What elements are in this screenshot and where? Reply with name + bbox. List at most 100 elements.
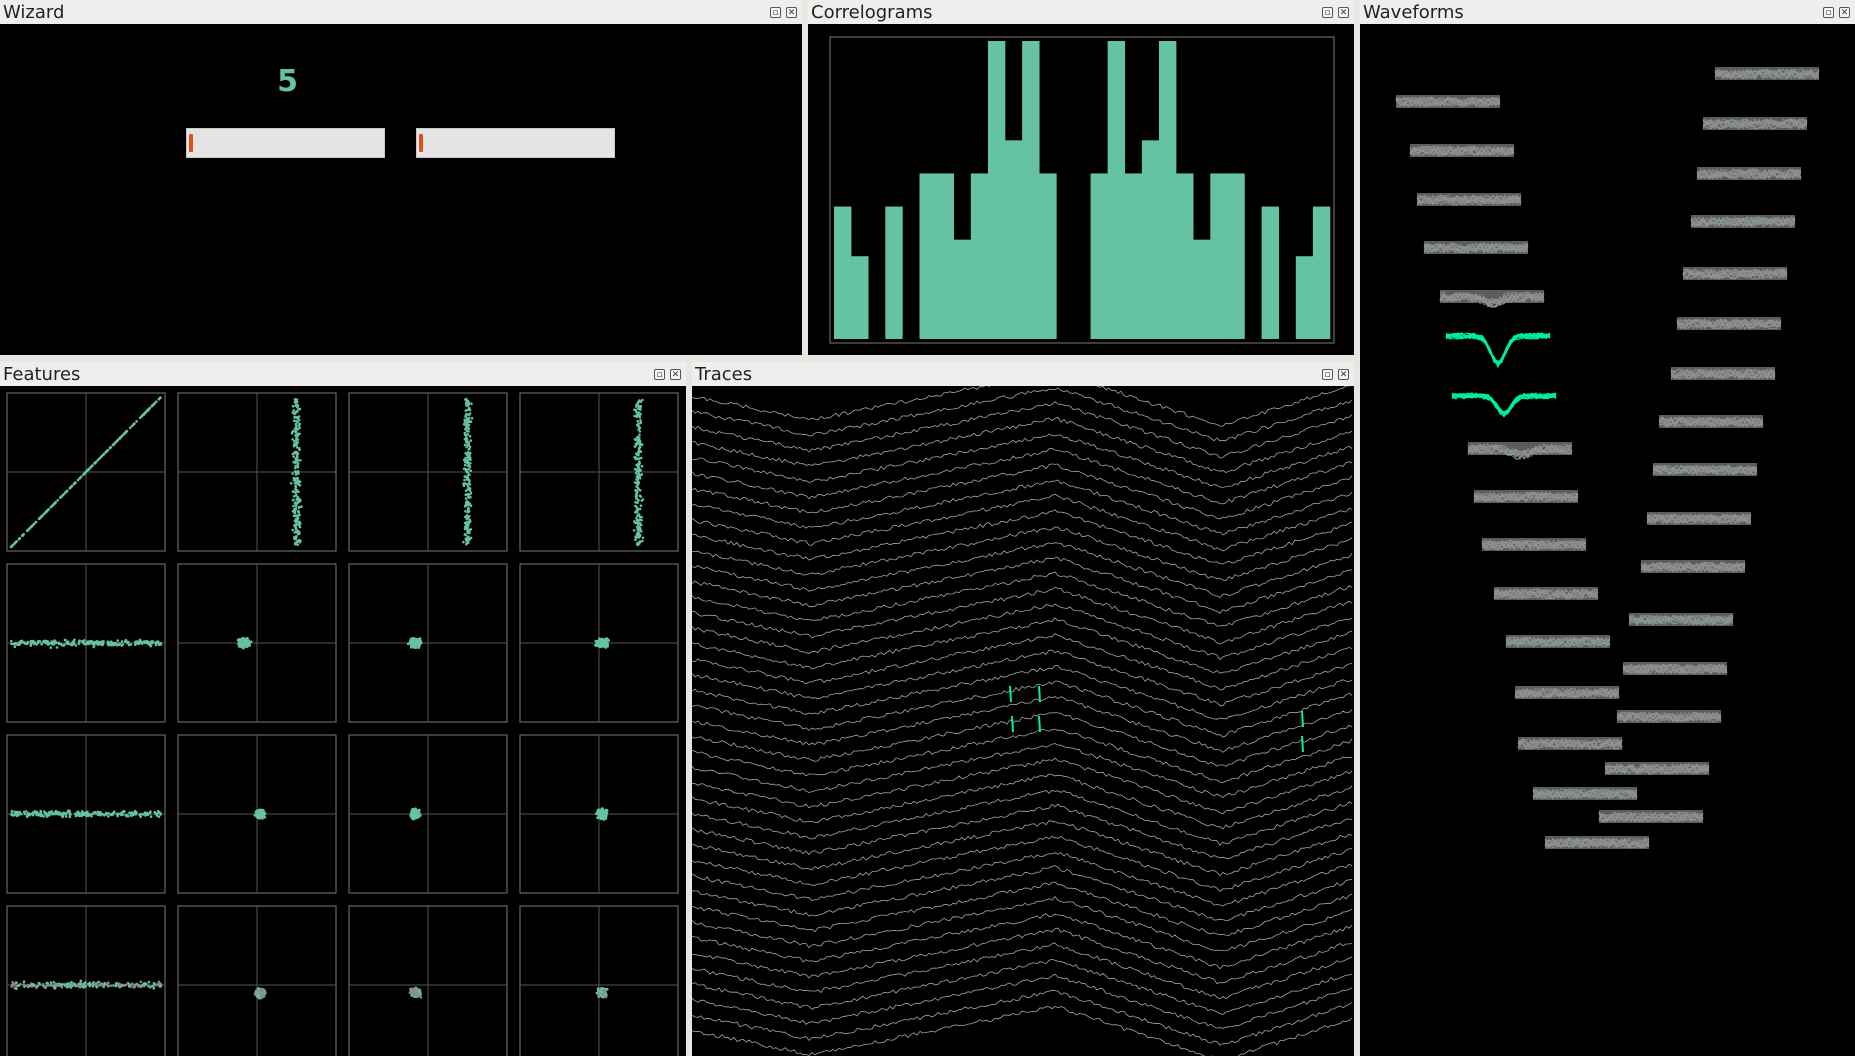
- waveform-channel: [1493, 587, 1599, 601]
- spike-marker: [1038, 685, 1041, 703]
- best-cluster-progress: [186, 128, 385, 158]
- features-titlebar: Features ▫ ✕: [0, 362, 686, 386]
- feature-grid[interactable]: [0, 386, 686, 1056]
- waveform-channel: [1532, 787, 1638, 800]
- waveform-channel: [1696, 167, 1802, 180]
- waveform-channel: [1622, 662, 1728, 675]
- waveforms-content: [1360, 24, 1855, 1056]
- waveform-mean: [1653, 463, 1757, 476]
- trace-line: [692, 571, 1353, 627]
- traces-titlebar: Traces ▫ ✕: [692, 362, 1354, 386]
- correlograms-titlebar: Correlograms ▫ ✕: [808, 0, 1354, 24]
- feature-subplot: [177, 563, 337, 723]
- trace-line: [692, 509, 1353, 565]
- trace-line: [692, 973, 1353, 1029]
- features-panel: Features ▫ ✕: [0, 362, 686, 1056]
- feature-subplot: [348, 905, 508, 1056]
- restore-icon[interactable]: ▫: [1322, 6, 1333, 18]
- correlogram-bar: [1210, 173, 1228, 339]
- waveform-mean: [1617, 710, 1721, 723]
- correlogram-bar: [1261, 206, 1279, 339]
- waveform-mean: [1629, 613, 1733, 626]
- trace-line: [692, 603, 1353, 661]
- correlogram-bar: [987, 41, 1006, 339]
- waveform-channel: [1646, 512, 1752, 525]
- trace-line: [692, 1005, 1353, 1056]
- trace-line: [692, 617, 1353, 674]
- waveform-plot[interactable]: [1360, 24, 1855, 1056]
- spike-marker: [1301, 735, 1304, 753]
- feature-subplot: [519, 734, 679, 894]
- restore-icon[interactable]: ▫: [1823, 6, 1834, 18]
- trace-line: [692, 803, 1353, 860]
- feature-subplot: [348, 734, 508, 894]
- waveform-channel: [1416, 193, 1522, 206]
- feature-subplot: [6, 905, 166, 1056]
- correlogram-bar: [1141, 140, 1160, 339]
- waveform-mean: [1703, 117, 1807, 130]
- waveform-channel: [1445, 332, 1551, 369]
- close-icon[interactable]: ✕: [670, 368, 681, 380]
- waveform-channel: [1439, 290, 1545, 309]
- correlogram-bar: [851, 256, 869, 339]
- trace-line: [692, 820, 1353, 877]
- feature-subplot: [6, 563, 166, 723]
- features-content: [0, 386, 686, 1056]
- trace-line: [692, 526, 1353, 582]
- traces-plot[interactable]: [692, 386, 1354, 1056]
- waveform-mean: [1605, 762, 1709, 775]
- waveform-mean: [1683, 267, 1787, 280]
- trace-line: [692, 401, 1353, 459]
- waveform-channel: [1604, 762, 1710, 775]
- correlogram-bar: [1124, 173, 1143, 339]
- spike-marker: [1011, 715, 1014, 733]
- waveform-mean: [1677, 317, 1781, 330]
- waveform-mean: [1424, 241, 1528, 254]
- trace-line: [692, 665, 1353, 720]
- trace-line: [692, 757, 1353, 815]
- wizard-panel: Wizard ▫ ✕ 5: [0, 0, 802, 355]
- feature-subplot: [177, 734, 337, 894]
- close-icon[interactable]: ✕: [1839, 6, 1850, 18]
- correlogram-bar: [1193, 239, 1211, 339]
- trace-line: [692, 696, 1353, 753]
- features-title: Features: [3, 363, 81, 385]
- restore-icon[interactable]: ▫: [770, 6, 781, 18]
- waveform-mean: [1468, 442, 1572, 455]
- trace-line: [692, 586, 1353, 645]
- correlogram-bar: [1158, 41, 1177, 339]
- close-icon[interactable]: ✕: [786, 6, 797, 18]
- waveform-mean: [1482, 538, 1586, 551]
- feature-subplot: [519, 563, 679, 723]
- waveform-mean: [1396, 95, 1500, 108]
- trace-line: [692, 447, 1353, 505]
- correlogram-bar: [1176, 173, 1194, 339]
- trace-line: [692, 913, 1353, 970]
- restore-icon[interactable]: ▫: [1322, 368, 1333, 380]
- waveform-mean: [1659, 415, 1763, 428]
- restore-icon[interactable]: ▫: [654, 368, 665, 380]
- correlogram-bar: [1005, 140, 1023, 339]
- traces-title: Traces: [695, 363, 753, 385]
- spike-marker: [1038, 715, 1041, 733]
- waveform-channel: [1670, 367, 1776, 380]
- feature-subplot: [177, 392, 337, 552]
- trace-line: [692, 773, 1353, 830]
- waveform-mean: [1671, 367, 1775, 380]
- waveform-mean: [1623, 662, 1727, 675]
- waveform-mean: [1533, 787, 1637, 800]
- waveform-channel: [1616, 710, 1722, 723]
- correlogram-bar: [1295, 256, 1314, 339]
- match-cluster-progress: [416, 128, 615, 158]
- waveform-channel: [1409, 144, 1515, 157]
- waveform-mean: [1545, 836, 1649, 849]
- wizard-title: Wizard: [3, 1, 65, 23]
- correlogram-plot[interactable]: [808, 24, 1354, 355]
- waveform-channel: [1451, 392, 1557, 418]
- close-icon[interactable]: ✕: [1338, 6, 1349, 18]
- feature-subplot: [519, 392, 679, 552]
- traces-content: [692, 386, 1354, 1056]
- close-icon[interactable]: ✕: [1338, 368, 1349, 380]
- correlogram-bar: [885, 206, 903, 339]
- correlogram-bar: [1107, 41, 1126, 339]
